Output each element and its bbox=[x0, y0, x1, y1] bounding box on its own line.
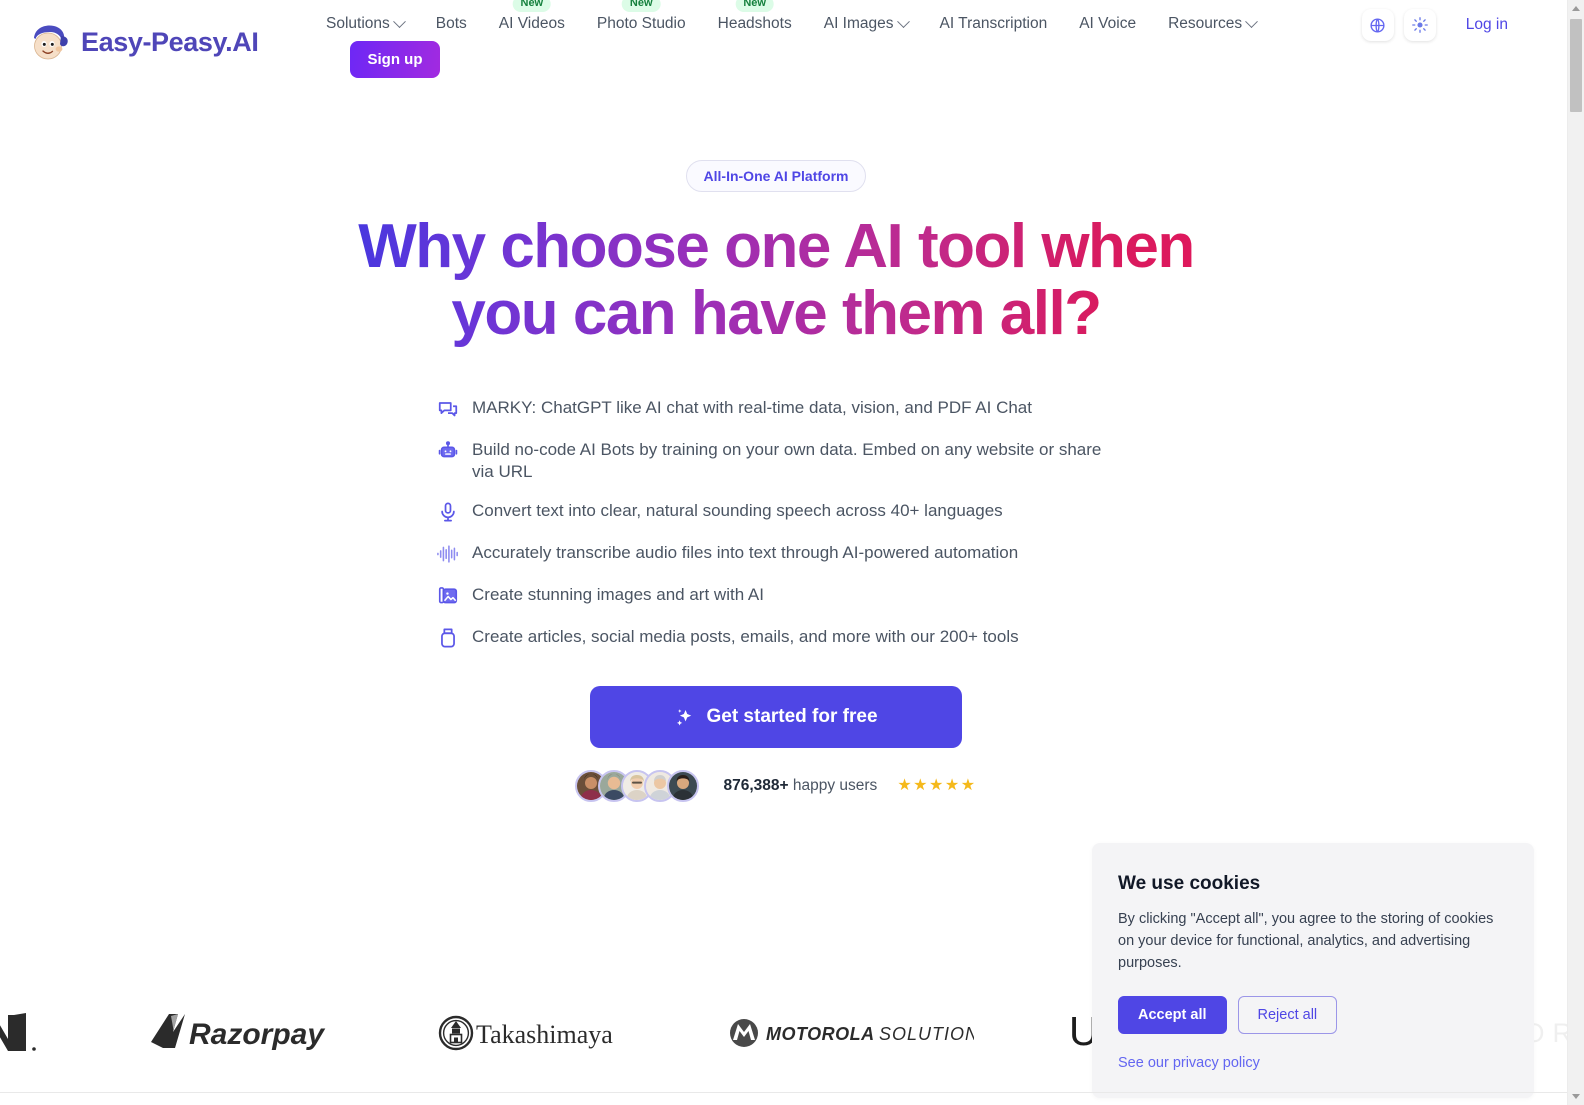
happy-users-suffix: happy users bbox=[792, 777, 878, 795]
nav-item-ai-voice[interactable]: AI Voice bbox=[1063, 0, 1152, 48]
nav-right-actions: Log in bbox=[1361, 8, 1508, 42]
hero-section: All-In-One AI Platform Why choose one AI… bbox=[0, 160, 1552, 803]
vertical-scrollbar[interactable] bbox=[1568, 0, 1584, 1105]
microphone-icon bbox=[436, 500, 460, 524]
chevron-down-icon bbox=[392, 14, 406, 28]
nav-item-label: AI Transcription bbox=[939, 15, 1048, 32]
scroll-down-button[interactable] bbox=[1568, 1088, 1584, 1105]
chat-bubble-icon bbox=[436, 397, 460, 421]
brand-logo-razorpay: Razorpay bbox=[145, 1010, 341, 1056]
scrollbar-thumb[interactable] bbox=[1570, 19, 1582, 112]
mascot-face-icon bbox=[34, 25, 68, 60]
happy-users-count: 876,388+ bbox=[723, 777, 789, 795]
sun-icon bbox=[1411, 17, 1428, 33]
cookie-body-text: By clicking "Accept all", you agree to t… bbox=[1118, 911, 1494, 971]
nav-item-label: AI Images bbox=[823, 15, 894, 32]
robot-icon bbox=[436, 439, 460, 463]
feature-text: Convert text into clear, natural soundin… bbox=[472, 501, 1003, 521]
nav-item-label: Photo Studio bbox=[596, 15, 686, 32]
feature-item-transcription: Accurately transcribe audio files into t… bbox=[436, 541, 1116, 566]
cta-container: Get started for free bbox=[0, 686, 1552, 749]
new-badge: New bbox=[621, 0, 661, 12]
login-link[interactable]: Log in bbox=[1466, 16, 1508, 34]
new-badge: New bbox=[512, 0, 552, 12]
cookie-title: We use cookies bbox=[1118, 873, 1261, 894]
audio-waveform-icon bbox=[436, 542, 460, 566]
cookie-actions: Accept all Reject all bbox=[1118, 996, 1508, 1035]
nav-item-ai-transcription[interactable]: AI Transcription bbox=[924, 0, 1064, 48]
accept-all-button[interactable]: Accept all bbox=[1118, 996, 1227, 1035]
page-title: Why choose one AI tool when you can have… bbox=[336, 214, 1216, 348]
feature-list: MARKY: ChatGPT like AI chat with real-ti… bbox=[436, 396, 1116, 651]
avatar bbox=[667, 770, 700, 803]
document-ink-icon bbox=[436, 626, 460, 650]
feature-text: Build no-code AI Bots by training on you… bbox=[472, 439, 1102, 481]
chevron-down-icon bbox=[1245, 14, 1259, 28]
feature-item-copywriting: Create articles, social media posts, ema… bbox=[436, 625, 1116, 650]
image-icon bbox=[436, 584, 460, 608]
page-bottom-divider bbox=[0, 1092, 1568, 1093]
nav-item-headshots[interactable]: New Headshots bbox=[702, 0, 808, 48]
headline-line-2: you can have them all? bbox=[451, 278, 1101, 348]
site-logo-text: Easy-Peasy.AI bbox=[81, 26, 259, 57]
privacy-policy-link[interactable]: See our privacy policy bbox=[1118, 1055, 1260, 1071]
site-logo[interactable]: Easy-Peasy.AI bbox=[28, 16, 259, 68]
svg-text:Takashimaya: Takashimaya bbox=[476, 1020, 613, 1049]
new-badge: New bbox=[735, 0, 774, 12]
nav-links: Solutions Bots New AI Videos New Photo S… bbox=[310, 0, 1272, 48]
user-avatars bbox=[575, 770, 700, 803]
signup-button[interactable]: Sign up bbox=[350, 41, 440, 78]
nav-item-label: Resources bbox=[1168, 15, 1243, 32]
feature-text: Accurately transcribe audio files into t… bbox=[472, 543, 1019, 563]
page-root: Easy-Peasy.AI Solutions Bots New AI Vide… bbox=[0, 0, 1584, 1105]
star-rating: ★★★★★ bbox=[897, 777, 977, 795]
social-proof: 876,388+ happy users ★★★★★ bbox=[0, 770, 1552, 803]
nav-item-label: AI Voice bbox=[1079, 15, 1137, 32]
feature-item-marky: MARKY: ChatGPT like AI chat with real-ti… bbox=[436, 396, 1116, 421]
happy-users-text: 876,388+ happy users bbox=[723, 777, 877, 795]
feature-text: Create articles, social media posts, ema… bbox=[472, 627, 1019, 647]
brand-logo-n1 bbox=[0, 1007, 40, 1059]
nav-item-ai-videos[interactable]: New AI Videos bbox=[483, 0, 581, 48]
nav-item-resources[interactable]: Resources bbox=[1152, 0, 1272, 48]
svg-text:MOTOROLA: MOTOROLA bbox=[766, 1024, 875, 1044]
brand-logo-motorola-solutions: MOTOROLA SOLUTIONS bbox=[726, 1013, 974, 1053]
cookie-consent-banner: We use cookies By clicking "Accept all",… bbox=[1092, 843, 1534, 1099]
platform-badge: All-In-One AI Platform bbox=[685, 160, 867, 192]
svg-text:SOLUTIONS: SOLUTIONS bbox=[879, 1024, 974, 1044]
language-switcher-button[interactable] bbox=[1361, 9, 1394, 41]
theme-toggle-button[interactable] bbox=[1403, 9, 1436, 41]
caret-up-icon bbox=[1572, 6, 1580, 11]
svg-text:Razorpay: Razorpay bbox=[189, 1018, 325, 1051]
caret-down-icon bbox=[1572, 1094, 1580, 1099]
get-started-label: Get started for free bbox=[706, 706, 878, 728]
sparkles-icon bbox=[677, 709, 692, 726]
feature-item-voice: Convert text into clear, natural soundin… bbox=[436, 499, 1116, 524]
get-started-button[interactable]: Get started for free bbox=[590, 686, 962, 749]
globe-icon bbox=[1370, 17, 1385, 33]
nav-item-label: Headshots bbox=[717, 15, 792, 32]
brand-logo-takashimaya: Takashimaya bbox=[435, 1010, 635, 1056]
reject-all-button[interactable]: Reject all bbox=[1237, 996, 1338, 1035]
feature-text: MARKY: ChatGPT like AI chat with real-ti… bbox=[472, 397, 1032, 417]
nav-item-ai-images[interactable]: AI Images bbox=[808, 0, 924, 48]
nav-item-label: AI Videos bbox=[498, 15, 565, 32]
feature-text: Create stunning images and art with AI bbox=[472, 585, 764, 605]
nav-item-photo-studio[interactable]: New Photo Studio bbox=[581, 0, 702, 48]
chevron-down-icon bbox=[896, 14, 910, 28]
headline-line-1: Why choose one AI tool when bbox=[358, 212, 1194, 281]
nav-item-label: Bots bbox=[435, 15, 467, 32]
nav-item-label: Solutions bbox=[326, 15, 390, 32]
top-navigation-bar: Easy-Peasy.AI Solutions Bots New AI Vide… bbox=[0, 0, 1568, 88]
scroll-up-button[interactable] bbox=[1568, 0, 1584, 17]
feature-item-images: Create stunning images and art with AI bbox=[436, 583, 1116, 608]
feature-item-bots: Build no-code AI Bots by training on you… bbox=[436, 438, 1116, 483]
